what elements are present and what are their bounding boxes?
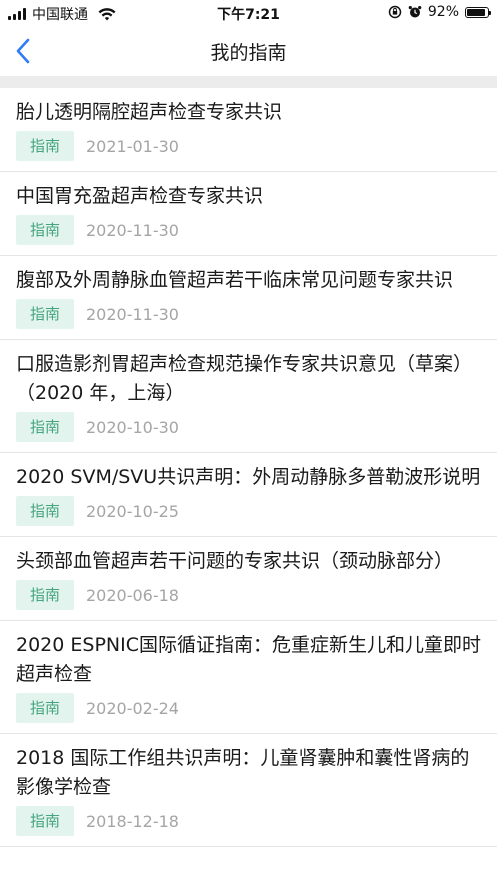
section-divider [0, 76, 497, 88]
guide-date: 2018-12-18 [86, 811, 179, 831]
status-bar: 中国联通 下午7:21 92% [0, 0, 497, 26]
alarm-icon [408, 6, 422, 18]
guide-title: 腹部及外周静脉血管超声若干临床常见问题专家共识 [16, 269, 454, 291]
guide-date: 2020-10-25 [86, 501, 179, 521]
battery-icon [465, 6, 491, 18]
category-tag: 指南 [16, 693, 74, 723]
guide-title: 2020 ESPNIC国际循证指南：危重症新生儿和儿童即时超声检查 [16, 634, 482, 685]
nav-bar: 我的指南 [0, 26, 497, 76]
guide-list-item[interactable]: 2020 SVM/SVU共识声明：外周动静脉多普勒波形说明指南 2020-10-2… [0, 453, 497, 537]
guide-list-item[interactable]: 2018 国际工作组共识声明：儿童肾囊肿和囊性肾病的影像学检查指南 2018-12… [0, 734, 497, 847]
guide-date: 2020-11-30 [86, 220, 179, 240]
guide-meta: 指南 2020-10-30 [16, 412, 481, 442]
guide-title: 头颈部血管超声若干问题的专家共识（颈动脉部分） [16, 550, 454, 572]
guide-date: 2020-02-24 [86, 698, 179, 718]
guide-title: 胎儿透明隔腔超声检查专家共识 [16, 101, 283, 123]
guide-list-item[interactable]: 中国胃充盈超声检查专家共识指南 2020-11-30 [0, 172, 497, 256]
category-tag: 指南 [16, 215, 74, 245]
category-tag: 指南 [16, 412, 74, 442]
category-tag: 指南 [16, 131, 74, 161]
category-tag: 指南 [16, 299, 74, 329]
screen: 中国联通 下午7:21 92% 我的指南 胎儿透明隔腔超声检查专家共识 指南 2… [0, 0, 497, 883]
guide-title: 2020 SVM/SVU共识声明：外周动静脉多普勒波形说明 [16, 466, 481, 488]
guide-list-item[interactable]: 腹部及外周静脉血管超声若干临床常见问题专家共识指南 2020-11-30 [0, 256, 497, 340]
page-title: 我的指南 [210, 42, 287, 64]
guide-date: 2020-10-30 [86, 417, 179, 437]
category-tag: 指南 [16, 496, 74, 526]
guide-title: 2018 国际工作组共识声明：儿童肾囊肿和囊性肾病的影像学检查 [16, 747, 470, 798]
category-tag: 指南 [16, 580, 74, 610]
guide-date: 2020-06-18 [86, 585, 179, 605]
guide-meta: 指南 2020-02-24 [16, 693, 481, 723]
guide-meta: 指南 2018-12-18 [16, 806, 481, 836]
guide-meta: 指南 2020-11-30 [16, 299, 481, 329]
guide-meta: 指南 2021-01-30 [16, 131, 481, 161]
guide-list-item[interactable]: 头颈部血管超声若干问题的专家共识（颈动脉部分） 指南 2020-06-18 [0, 537, 497, 621]
guide-list: 胎儿透明隔腔超声检查专家共识 指南 2021-01-30 中国胃充盈超声检查专家共识指… [0, 88, 497, 847]
guide-meta: 指南 2020-11-30 [16, 215, 481, 245]
status-right: 92% [388, 4, 491, 20]
guide-meta: 指南 2020-10-25 [16, 496, 481, 526]
rotation-lock-icon [388, 5, 402, 19]
guide-list-item[interactable]: 口服造影剂胃超声检查规范操作专家共识意见（草案）（2020 年，上海） 指南 202… [0, 340, 497, 453]
guide-list-item[interactable]: 胎儿透明隔腔超声检查专家共识指南 2021-01-30 [0, 88, 497, 172]
guide-list-item[interactable]: 2020 ESPNIC国际循证指南：危重症新生儿和儿童即时超声检查指南 2020-… [0, 621, 497, 734]
category-tag: 指南 [16, 806, 74, 836]
guide-title: 中国胃充盈超声检查专家共识 [16, 185, 264, 207]
guide-date: 2021-01-30 [86, 136, 179, 156]
guide-meta: 指南 2020-06-18 [16, 580, 481, 610]
guide-title: 口服造影剂胃超声检查规范操作专家共识意见（草案）（2020 年，上海） [16, 353, 473, 404]
guide-date: 2020-11-30 [86, 304, 179, 324]
battery-percent: 92% [427, 4, 459, 20]
